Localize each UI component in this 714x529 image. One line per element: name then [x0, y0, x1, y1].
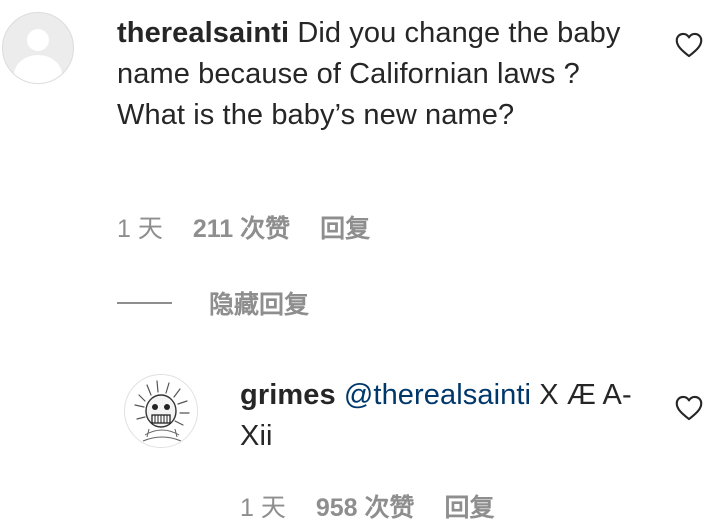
hide-replies-button[interactable]: 隐藏回复: [117, 285, 309, 321]
comment-time[interactable]: 1 天: [117, 209, 163, 245]
comment-reply-button[interactable]: 回复: [320, 209, 370, 245]
reply-like-heart-icon[interactable]: [675, 395, 703, 421]
reply-reply-button[interactable]: 回复: [445, 488, 495, 524]
reply-username[interactable]: grimes: [240, 379, 336, 411]
hide-replies-divider: [117, 302, 172, 304]
reply-body: grimes @therealsainti X Æ A-Xii: [240, 375, 650, 457]
reply-meta: 1 天 958 次赞 回复: [240, 488, 495, 524]
hide-replies-label: 隐藏回复: [209, 291, 310, 319]
comment-username[interactable]: therealsainti: [117, 17, 289, 49]
like-heart-icon[interactable]: [675, 32, 703, 58]
grimes-avatar[interactable]: [124, 374, 198, 448]
commenter-avatar[interactable]: [2, 12, 74, 84]
comment-meta: 1 天 211 次赞 回复: [117, 209, 370, 245]
default-avatar-head: [27, 29, 49, 51]
reply-likes[interactable]: 958 次赞: [316, 488, 415, 524]
reply-time[interactable]: 1 天: [240, 488, 286, 524]
comment-body: therealsainti Did you change the baby na…: [117, 13, 637, 136]
comment-likes[interactable]: 211 次赞: [193, 209, 290, 245]
sketch-avatar-image: [125, 375, 197, 447]
default-avatar-shoulders: [14, 55, 62, 83]
reply-mention[interactable]: @therealsainti: [344, 379, 531, 411]
